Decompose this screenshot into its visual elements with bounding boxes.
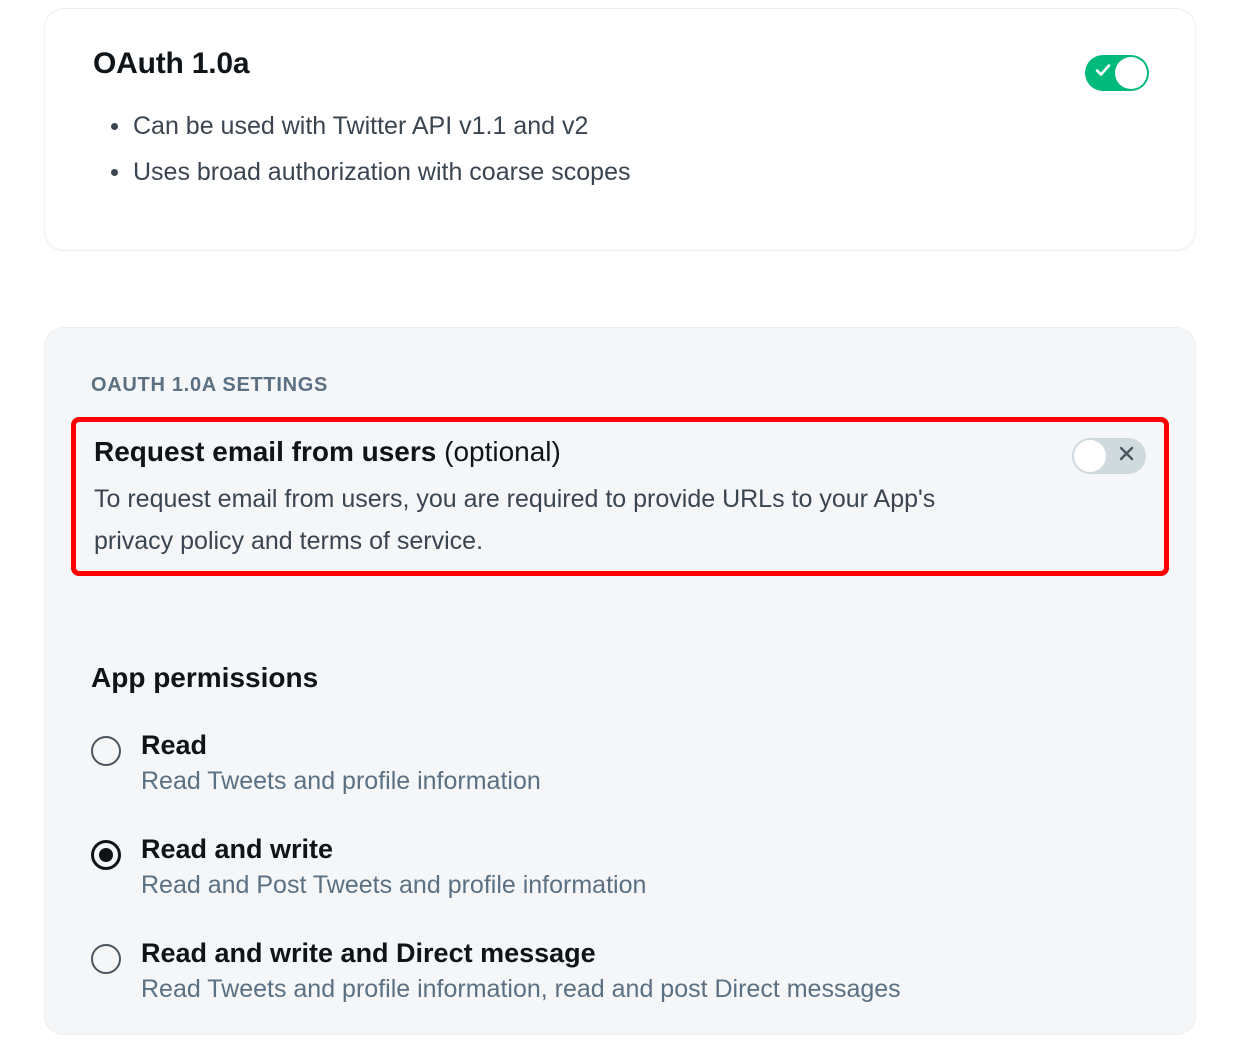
oauth-card: OAuth 1.0a Can be used with Twitter API … xyxy=(44,8,1196,251)
permission-description: Read and Post Tweets and profile informa… xyxy=(141,871,646,900)
oauth-bullet: Uses broad authorization with coarse sco… xyxy=(133,149,1147,195)
permission-option-read[interactable]: Read Read Tweets and profile information xyxy=(91,730,1149,796)
radio-icon xyxy=(91,944,121,974)
toggle-knob xyxy=(1074,440,1106,472)
request-email-toggle[interactable] xyxy=(1072,438,1146,474)
permission-description: Read Tweets and profile information xyxy=(141,767,541,796)
x-icon xyxy=(1119,446,1134,466)
oauth-title: OAuth 1.0a xyxy=(93,47,1147,81)
permissions-radio-group: Read Read Tweets and profile information… xyxy=(91,730,1149,1004)
settings-section-label: OAUTH 1.0A SETTINGS xyxy=(91,374,1149,397)
request-email-highlight: Request email from users (optional) To r… xyxy=(71,417,1169,576)
permission-option-read-write-dm[interactable]: Read and write and Direct message Read T… xyxy=(91,938,1149,1004)
permission-label: Read and write xyxy=(141,834,646,865)
app-permissions-heading: App permissions xyxy=(91,662,1149,694)
oauth-bullet-list: Can be used with Twitter API v1.1 and v2… xyxy=(93,103,1147,196)
permission-label: Read and write and Direct message xyxy=(141,938,901,969)
radio-icon xyxy=(91,840,121,870)
permission-option-read-write[interactable]: Read and write Read and Post Tweets and … xyxy=(91,834,1149,900)
oauth-bullet: Can be used with Twitter API v1.1 and v2 xyxy=(133,103,1147,149)
permission-label: Read xyxy=(141,730,541,761)
request-email-description: To request email from users, you are req… xyxy=(94,478,1014,563)
radio-icon xyxy=(91,736,121,766)
check-icon xyxy=(1095,63,1111,84)
toggle-knob xyxy=(1115,57,1147,89)
request-email-title: Request email from users (optional) xyxy=(94,436,1014,468)
oauth-toggle[interactable] xyxy=(1085,55,1149,91)
permission-description: Read Tweets and profile information, rea… xyxy=(141,975,901,1004)
oauth-settings-card: OAUTH 1.0A SETTINGS Request email from u… xyxy=(44,327,1196,1035)
